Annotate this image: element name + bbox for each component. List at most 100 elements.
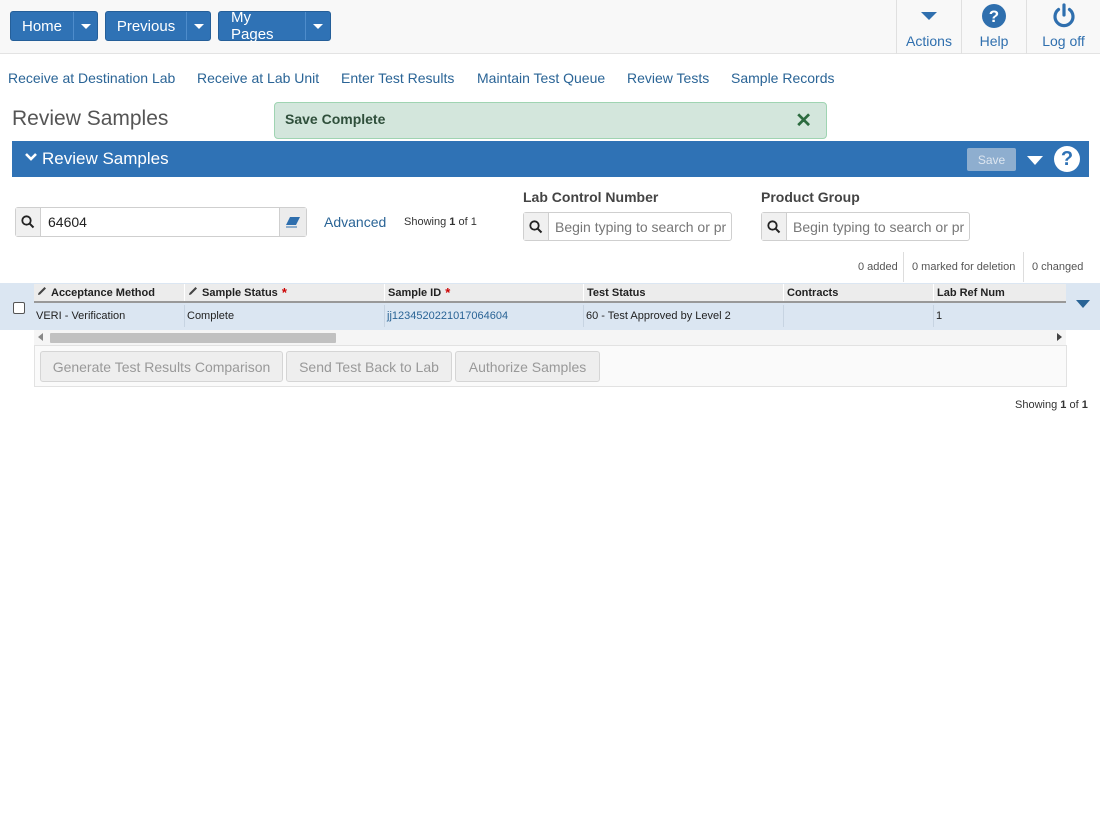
product-group-field[interactable] (761, 212, 970, 241)
send-back-to-lab-button[interactable]: Send Test Back to Lab (286, 351, 452, 382)
chevron-down-icon[interactable] (24, 150, 38, 169)
product-group-label: Product Group (761, 189, 860, 205)
search-icon (524, 213, 549, 240)
my-pages-label: My Pages (231, 9, 274, 43)
col-contracts[interactable]: Contracts (783, 284, 933, 301)
section-header: Review Samples Save ? (12, 141, 1089, 177)
actions-caret-icon (920, 2, 938, 30)
page-title: Review Samples (12, 107, 169, 130)
home-dropdown-caret[interactable] (73, 12, 97, 40)
svg-text:?: ? (989, 7, 999, 26)
search-box[interactable]: 64604 (15, 207, 307, 237)
lab-control-field[interactable] (523, 212, 732, 241)
question-circle-icon: ? (981, 2, 1007, 30)
link-receive-lab-unit[interactable]: Receive at Lab Unit (197, 70, 319, 86)
eraser-icon[interactable] (279, 208, 306, 236)
home-button[interactable]: Home (10, 11, 98, 41)
sample-id-link[interactable]: jj1234520221017064604 (387, 310, 508, 322)
pencil-icon (37, 286, 47, 299)
lab-control-input[interactable] (550, 213, 730, 240)
lab-control-label: Lab Control Number (523, 189, 659, 205)
product-group-input[interactable] (788, 213, 968, 240)
cell-contracts[interactable] (783, 305, 933, 327)
section-help-icon[interactable]: ? (1054, 146, 1080, 172)
cell-lab-ref-num[interactable]: 1 (933, 305, 1066, 327)
col-sample-status[interactable]: Sample Status * (184, 284, 384, 301)
generate-comparison-button[interactable]: Generate Test Results Comparison (40, 351, 283, 382)
link-maintain-test-queue[interactable]: Maintain Test Queue (477, 70, 605, 86)
col-lab-ref-num[interactable]: Lab Ref Num (933, 284, 1066, 301)
scrollbar-thumb[interactable] (50, 333, 336, 343)
showing-count: Showing 1 of 1 (404, 216, 477, 228)
chevron-down-icon (193, 23, 204, 29)
close-icon[interactable]: ✕ (795, 111, 812, 131)
deletion-count: 0 marked for deletion (912, 261, 1016, 273)
showing-prefix: Showing (1015, 399, 1058, 411)
save-complete-toast: Save Complete ✕ (274, 102, 827, 139)
section-menu-caret-icon[interactable] (1027, 156, 1043, 165)
col-label: Contracts (787, 286, 839, 299)
cell-sample-id[interactable]: jj1234520221017064604 (384, 305, 583, 327)
showing-count-bottom: Showing 1 of 1 (1015, 399, 1088, 411)
home-label: Home (22, 17, 63, 35)
horizontal-scrollbar[interactable] (34, 330, 1066, 345)
col-label: Acceptance Method (51, 286, 155, 299)
link-sample-records[interactable]: Sample Records (731, 70, 835, 86)
my-pages-dropdown-caret[interactable] (304, 12, 330, 40)
cell-acceptance-method[interactable]: VERI - Verification (34, 305, 184, 327)
actions-menu[interactable]: Actions (896, 0, 961, 54)
link-receive-destination-lab[interactable]: Receive at Destination Lab (8, 70, 175, 86)
logoff-label: Log off (1042, 33, 1085, 49)
power-icon (1051, 2, 1077, 30)
col-acceptance-method[interactable]: Acceptance Method (34, 284, 184, 301)
section-title[interactable]: Review Samples (42, 149, 169, 169)
grid-action-bar: Generate Test Results Comparison Send Te… (34, 345, 1067, 387)
required-marker: * (281, 285, 287, 300)
help-menu[interactable]: ? Help (961, 0, 1026, 54)
actions-label: Actions (906, 33, 952, 49)
chevron-down-icon (312, 23, 323, 29)
divider (1023, 252, 1024, 282)
top-navbar: Home Previous My Pages Actions ? Help Lo… (0, 0, 1100, 54)
required-marker: * (445, 285, 451, 300)
authorize-samples-button[interactable]: Authorize Samples (455, 351, 600, 382)
cell-sample-status[interactable]: Complete (184, 305, 384, 327)
search-icon (16, 208, 41, 236)
previous-label: Previous (116, 17, 176, 35)
search-icon (762, 213, 787, 240)
toast-message: Save Complete (285, 111, 386, 127)
divider (903, 252, 904, 282)
col-test-status[interactable]: Test Status (583, 284, 783, 301)
chevron-down-icon (80, 23, 91, 29)
showing-prefix: Showing (404, 216, 447, 228)
scroll-left-arrow-icon[interactable] (38, 333, 43, 341)
advanced-search-link[interactable]: Advanced (324, 214, 386, 230)
pencil-icon (188, 286, 198, 299)
link-review-tests[interactable]: Review Tests (627, 70, 709, 86)
previous-dropdown-caret[interactable] (186, 12, 210, 40)
showing-total: 1 (1081, 399, 1088, 411)
table-row[interactable]: VERI - Verification Complete jj123452022… (34, 305, 1066, 327)
row-menu-caret-icon[interactable] (1076, 300, 1090, 308)
previous-button[interactable]: Previous (105, 11, 211, 41)
showing-current: 1 (1060, 399, 1067, 411)
my-pages-button[interactable]: My Pages (218, 9, 331, 43)
scroll-right-arrow-icon[interactable] (1057, 333, 1062, 341)
link-enter-test-results[interactable]: Enter Test Results (341, 70, 454, 86)
change-counts: 0 added 0 marked for deletion 0 changed (850, 252, 1090, 282)
col-label: Sample Status (202, 286, 278, 299)
showing-total: 1 (470, 216, 477, 228)
added-count: 0 added (858, 261, 898, 273)
col-label: Test Status (587, 286, 646, 299)
save-button[interactable]: Save (967, 148, 1016, 171)
changed-count: 0 changed (1032, 261, 1084, 273)
showing-current: 1 (449, 216, 456, 228)
col-label: Lab Ref Num (937, 286, 1005, 299)
row-select-checkbox[interactable] (13, 302, 25, 314)
logoff-menu[interactable]: Log off (1026, 0, 1100, 54)
col-sample-id[interactable]: Sample ID * (384, 284, 583, 301)
cell-test-status[interactable]: 60 - Test Approved by Level 2 (583, 305, 783, 327)
search-input[interactable]: 64604 (48, 214, 87, 230)
help-label: Help (979, 33, 1009, 49)
showing-of: of (1069, 399, 1079, 411)
